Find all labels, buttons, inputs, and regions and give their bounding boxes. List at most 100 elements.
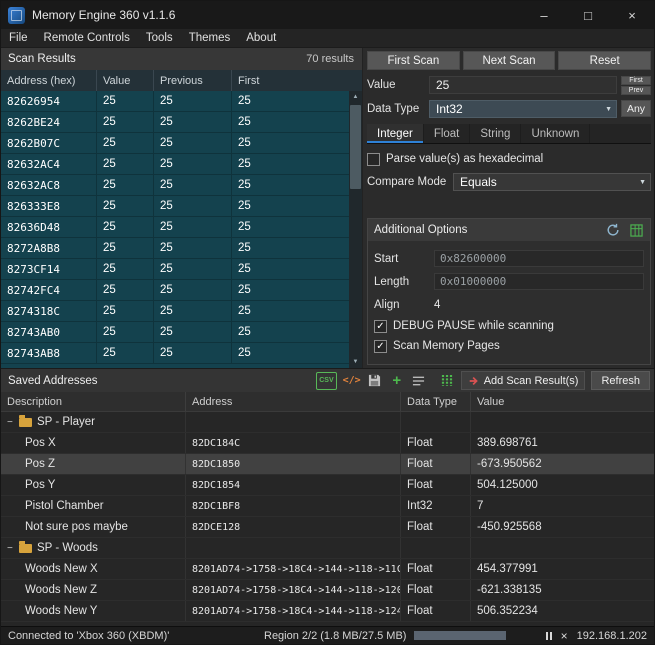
column-previous[interactable]: Previous <box>154 70 232 91</box>
compare-mode-dropdown[interactable]: Equals ▼ <box>453 173 651 191</box>
description-text: Pos X <box>25 437 56 449</box>
column-first[interactable]: First <box>232 70 362 91</box>
scrollbar-track[interactable] <box>349 103 362 356</box>
saved-address-row[interactable]: Pos X82DC184CFloat389.698761 <box>1 433 654 454</box>
memory-table-icon[interactable] <box>628 221 644 239</box>
refresh-button[interactable]: Refresh <box>591 371 650 390</box>
prev-value-button[interactable]: Prev <box>621 86 651 95</box>
menu-about[interactable]: About <box>238 32 284 44</box>
scan-cell: 25 <box>232 322 349 342</box>
scan-result-row[interactable]: 82632AC4252525 <box>1 154 349 175</box>
data-type-cell: Float <box>401 580 471 600</box>
maximize-button[interactable]: □ <box>566 1 610 29</box>
scan-result-row[interactable]: 82742FC4252525 <box>1 280 349 301</box>
export-csv-icon[interactable]: CSV <box>316 372 336 390</box>
scan-result-row[interactable]: 8274318C252525 <box>1 301 349 322</box>
address-cell <box>186 538 401 558</box>
scan-controls-panel: First Scan Next Scan Reset Value 25 Data… <box>363 48 654 368</box>
saved-address-row[interactable]: Pistol Chamber82DC1BF8Int327 <box>1 496 654 517</box>
start-input[interactable]: 0x82600000 <box>434 250 644 267</box>
menu-themes[interactable]: Themes <box>181 32 239 44</box>
length-input[interactable]: 0x01000000 <box>434 273 644 290</box>
close-button[interactable]: × <box>610 1 654 29</box>
refresh-regions-icon[interactable] <box>605 221 621 239</box>
chevron-down-icon: ▼ <box>605 106 612 113</box>
scan-cell: 25 <box>97 238 154 258</box>
first-value-button[interactable]: First <box>621 76 651 85</box>
column-value[interactable]: Value <box>471 392 654 411</box>
scan-results-scrollbar[interactable]: ▲ ▼ <box>349 91 362 368</box>
saved-addresses-title: Saved Addresses <box>8 375 98 387</box>
data-type-cell: Int32 <box>401 496 471 516</box>
parse-hex-checkbox[interactable] <box>367 153 380 166</box>
scan-memory-pages-label: Scan Memory Pages <box>393 340 500 352</box>
type-tabs: Integer Float String Unknown <box>367 124 651 144</box>
value-input[interactable]: 25 <box>429 76 617 94</box>
scan-results-panel: Scan Results 70 results Address (hex) Va… <box>1 48 363 368</box>
column-data-type[interactable]: Data Type <box>401 392 471 411</box>
tab-integer[interactable]: Integer <box>367 124 424 143</box>
scan-result-row[interactable]: 82632AC8252525 <box>1 175 349 196</box>
description-text: Pos Y <box>25 479 55 491</box>
pause-icon[interactable] <box>546 632 552 640</box>
scan-result-row[interactable]: 826333E8252525 <box>1 196 349 217</box>
menu-remote-controls[interactable]: Remote Controls <box>36 32 138 44</box>
edit-list-icon[interactable] <box>411 372 427 390</box>
cancel-icon[interactable]: × <box>561 631 568 641</box>
scroll-down-icon[interactable]: ▼ <box>349 356 362 368</box>
debug-pause-checkbox[interactable]: ✓ <box>374 320 387 333</box>
reset-button[interactable]: Reset <box>558 51 651 70</box>
scan-result-row[interactable]: 8262B07C252525 <box>1 133 349 154</box>
column-value[interactable]: Value <box>97 70 154 91</box>
scan-result-row[interactable]: 8273CF14252525 <box>1 259 349 280</box>
scan-cell: 25 <box>232 133 349 153</box>
minimize-button[interactable]: – <box>522 1 566 29</box>
scan-result-row[interactable]: 82743AB8252525 <box>1 343 349 364</box>
column-address[interactable]: Address (hex) <box>1 70 97 91</box>
scroll-up-icon[interactable]: ▲ <box>349 91 362 103</box>
save-icon[interactable] <box>367 372 383 390</box>
scan-cell: 25 <box>232 217 349 237</box>
scan-columns-icon[interactable] <box>439 372 455 390</box>
connection-status: Connected to 'Xbox 360 (XBDM)' <box>8 630 169 642</box>
saved-address-row[interactable]: Woods New Y8201AD74->1758->18C4->144->11… <box>1 601 654 622</box>
scan-result-row[interactable]: 82636D48252525 <box>1 217 349 238</box>
first-scan-button[interactable]: First Scan <box>367 51 460 70</box>
scan-result-row[interactable]: 8272A8B8252525 <box>1 238 349 259</box>
folder-icon <box>19 418 32 427</box>
tab-float[interactable]: Float <box>424 124 471 143</box>
tab-string[interactable]: String <box>470 124 521 143</box>
scan-result-row[interactable]: 8262BE24252525 <box>1 112 349 133</box>
scan-result-row[interactable]: 82743AB0252525 <box>1 322 349 343</box>
scan-cell: 82636D48 <box>1 217 97 237</box>
add-entry-icon[interactable]: + <box>389 372 405 390</box>
add-scan-results-button[interactable]: Add Scan Result(s) <box>461 371 586 390</box>
align-value[interactable]: 4 <box>434 299 440 311</box>
saved-address-row[interactable]: Woods New Z8201AD74->1758->18C4->144->11… <box>1 580 654 601</box>
tab-unknown[interactable]: Unknown <box>521 124 590 143</box>
collapse-icon[interactable]: − <box>7 417 18 428</box>
add-scan-results-label: Add Scan Result(s) <box>484 375 579 387</box>
scrollbar-thumb[interactable] <box>350 105 361 189</box>
saved-address-row[interactable]: Woods New X8201AD74->1758->18C4->144->11… <box>1 559 654 580</box>
any-type-button[interactable]: Any <box>621 100 651 117</box>
saved-address-row[interactable]: Not sure pos maybe82DCE128Float-450.9255… <box>1 517 654 538</box>
saved-address-row[interactable]: Pos Y82DC1854Float504.125000 <box>1 475 654 496</box>
saved-address-row[interactable]: Pos Z82DC1850Float-673.950562 <box>1 454 654 475</box>
scan-memory-pages-checkbox[interactable]: ✓ <box>374 340 387 353</box>
collapse-icon[interactable]: − <box>7 543 18 554</box>
scan-cell: 25 <box>232 259 349 279</box>
data-type-dropdown[interactable]: Int32 ▼ <box>429 100 617 118</box>
value-cell: -621.338135 <box>471 580 654 600</box>
saved-group-row[interactable]: −SP - Player <box>1 412 654 433</box>
value-cell: 454.377991 <box>471 559 654 579</box>
column-description[interactable]: Description <box>1 392 186 411</box>
menu-file[interactable]: File <box>1 32 36 44</box>
code-export-icon[interactable]: </> <box>343 372 361 390</box>
scan-result-row[interactable]: 82626954252525 <box>1 91 349 112</box>
next-scan-button[interactable]: Next Scan <box>463 51 556 70</box>
menu-tools[interactable]: Tools <box>138 32 181 44</box>
data-type-value: Int32 <box>436 102 463 116</box>
column-address[interactable]: Address <box>186 392 401 411</box>
saved-group-row[interactable]: −SP - Woods <box>1 538 654 559</box>
